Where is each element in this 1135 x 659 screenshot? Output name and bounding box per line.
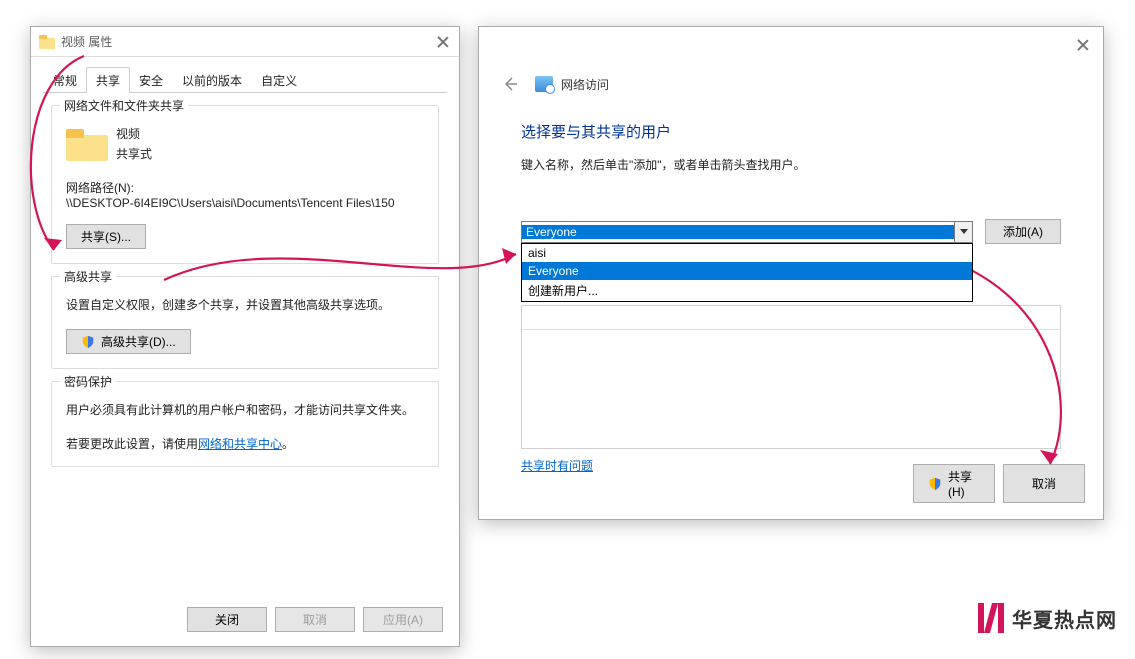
chevron-down-icon[interactable] — [954, 222, 972, 242]
add-user-row: Everyone aisi Everyone 创建新用户... 添加(A) — [521, 219, 1061, 244]
dropdown-item[interactable]: 创建新用户... — [522, 280, 972, 301]
network-center-link[interactable]: 网络和共享中心 — [198, 437, 282, 451]
nav-header: 网络访问 — [479, 61, 1103, 93]
user-combobox[interactable]: Everyone aisi Everyone 创建新用户... — [521, 221, 973, 243]
combo-dropdown[interactable]: aisi Everyone 创建新用户... — [521, 243, 973, 302]
advanced-share-button[interactable]: 高级共享(D)... — [66, 329, 191, 354]
advanced-share-label: 高级共享(D)... — [101, 333, 176, 350]
shield-icon — [81, 335, 95, 349]
dialog-title: 视频 属性 — [61, 33, 112, 50]
watermark-logo-icon — [978, 603, 1004, 633]
sharing-problem-link[interactable]: 共享时有问题 — [521, 457, 593, 474]
combo-selected[interactable]: Everyone — [522, 225, 954, 239]
pwd-line2: 若要更改此设置，请使用网络和共享中心。 — [66, 435, 424, 452]
path-label: 网络路径(N): — [66, 179, 424, 196]
folder-name: 视频 — [116, 124, 152, 144]
close-icon[interactable] — [435, 34, 451, 50]
cancel-button: 取消 — [275, 607, 355, 632]
add-button[interactable]: 添加(A) — [985, 219, 1061, 244]
dropdown-item[interactable]: aisi — [522, 244, 972, 262]
tab-security[interactable]: 安全 — [129, 67, 173, 93]
apply-button: 应用(A) — [363, 607, 443, 632]
watermark-text: 华夏热点网 — [1012, 604, 1117, 633]
dialog-buttons: 关闭 取消 应用(A) — [187, 607, 443, 632]
share-status: 共享式 — [116, 144, 152, 164]
tab-customize[interactable]: 自定义 — [251, 67, 307, 93]
close-icon[interactable] — [1075, 37, 1091, 53]
annotation-arrow-1 — [14, 50, 104, 280]
back-arrow-icon[interactable] — [501, 75, 519, 93]
folder-icon — [39, 35, 55, 49]
nav-title: 网络访问 — [561, 76, 609, 93]
annotation-arrow-2 — [160, 236, 530, 306]
group-legend: 密码保护 — [60, 373, 116, 390]
titlebar[interactable] — [479, 27, 1103, 61]
pwd-line1: 用户必须具有此计算机的用户帐户和密码，才能访问共享文件夹。 — [66, 400, 424, 420]
group-password-protection: 密码保护 用户必须具有此计算机的用户帐户和密码，才能访问共享文件夹。 若要更改此… — [51, 381, 439, 466]
section-heading: 选择要与其共享的用户 — [521, 121, 1103, 142]
network-access-icon — [535, 76, 553, 92]
tab-previous-versions[interactable]: 以前的版本 — [172, 67, 252, 93]
watermark: 华夏热点网 — [978, 603, 1117, 633]
close-button[interactable]: 关闭 — [187, 607, 267, 632]
path-value: \\DESKTOP-6I4EI9C\Users\aisi\Documents\T… — [66, 196, 424, 210]
dropdown-item[interactable]: Everyone — [522, 262, 972, 280]
section-instruction: 键入名称，然后单击"添加"，或者单击箭头查找用户。 — [521, 156, 1103, 173]
